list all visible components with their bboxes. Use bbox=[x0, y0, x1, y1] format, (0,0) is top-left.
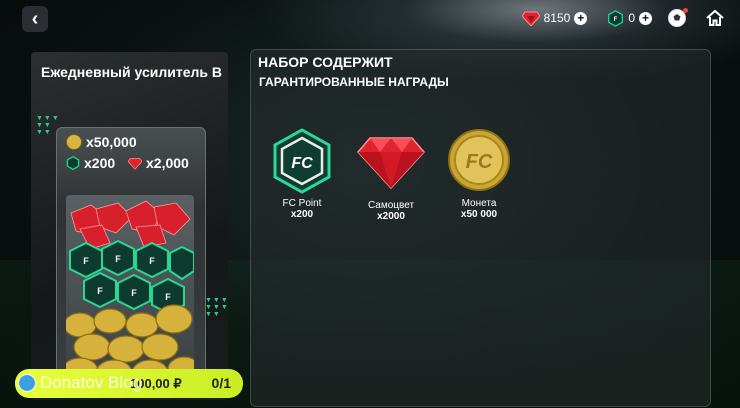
pack-contents-art: F F F F F F bbox=[66, 200, 194, 385]
fc-point-icon: F bbox=[608, 9, 624, 27]
reward-name: Самоцвет bbox=[367, 200, 415, 211]
coin-icon: FC bbox=[448, 129, 510, 191]
notification-dot bbox=[683, 8, 688, 13]
decor-triangles-right: ▼▼▼ ▼▼▼ ▼▼ bbox=[205, 297, 229, 318]
pack-coins-row: x50,000 bbox=[66, 134, 137, 150]
gems-value: 8150 bbox=[543, 11, 571, 25]
add-gems-button[interactable]: + bbox=[574, 11, 588, 25]
fc-points-value: 0 bbox=[628, 11, 635, 25]
svg-text:F: F bbox=[83, 256, 89, 266]
reward-gem[interactable]: Самоцвет x2000 bbox=[346, 134, 436, 222]
gem-icon bbox=[356, 137, 426, 190]
reward-qty: x200 bbox=[290, 209, 314, 220]
reward-name: Монета bbox=[461, 198, 497, 209]
svg-text:F: F bbox=[115, 254, 121, 264]
panel-title: НАБОР СОДЕРЖИТ bbox=[258, 54, 393, 70]
reward-qty: x50 000 bbox=[460, 209, 498, 220]
fc-point-icon: FC bbox=[273, 128, 331, 194]
pack-contents-panel bbox=[250, 49, 711, 407]
chevron-left-icon: ‹ bbox=[31, 7, 39, 30]
pack-gems-label: x2,000 bbox=[146, 155, 189, 171]
pack-coins-label: x50,000 bbox=[86, 134, 137, 150]
svg-text:FC: FC bbox=[291, 155, 313, 172]
panel-subtitle: ГАРАНТИРОВАННЫЕ НАГРАДЫ bbox=[259, 75, 449, 89]
football-button[interactable] bbox=[666, 7, 688, 29]
svg-text:F: F bbox=[614, 17, 618, 23]
gem-icon bbox=[521, 11, 540, 26]
svg-text:F: F bbox=[149, 256, 155, 266]
purchase-count: 0/1 bbox=[211, 375, 231, 391]
pack-gems-row: x2,000 bbox=[128, 155, 189, 171]
home-button[interactable] bbox=[704, 7, 726, 29]
watermark-logo-icon bbox=[18, 374, 36, 392]
gems-balance: 8150 + bbox=[521, 10, 588, 26]
svg-text:F: F bbox=[165, 292, 171, 302]
pack-title: Ежедневный усилитель B bbox=[41, 64, 222, 80]
svg-text:FC: FC bbox=[466, 151, 493, 173]
reward-fc-point[interactable]: FC FC Point x200 bbox=[257, 128, 347, 220]
fc-point-icon bbox=[66, 156, 80, 170]
svg-text:F: F bbox=[97, 286, 103, 296]
coin-icon bbox=[66, 134, 82, 150]
watermark: Donatov Blog bbox=[18, 373, 142, 393]
watermark-text: Donatov Blog bbox=[40, 373, 143, 392]
reward-coin[interactable]: FC Монета x50 000 bbox=[434, 128, 524, 220]
pack-contents-illustration: F F F F F F bbox=[66, 195, 194, 385]
pack-fc-row: x200 bbox=[66, 155, 115, 171]
home-icon bbox=[706, 9, 724, 26]
gem-icon bbox=[128, 157, 142, 170]
pack-fc-label: x200 bbox=[84, 155, 116, 171]
svg-text:F: F bbox=[131, 288, 137, 298]
currency-bar: 8150 + F 0 + bbox=[521, 6, 726, 30]
add-fc-points-button[interactable]: + bbox=[639, 11, 652, 25]
fc-points-balance: F 0 + bbox=[607, 9, 652, 27]
reward-qty: x2000 bbox=[377, 211, 405, 222]
back-button[interactable]: ‹ bbox=[22, 6, 48, 32]
reward-name: FC Point bbox=[282, 198, 322, 209]
